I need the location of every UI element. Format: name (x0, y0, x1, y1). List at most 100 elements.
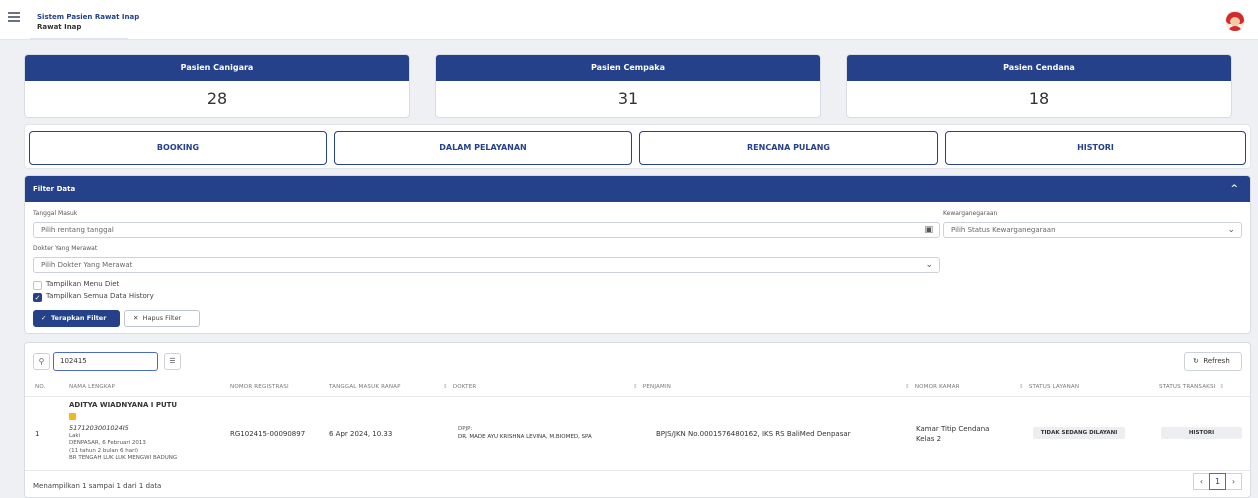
cell-penjamin: BPJS/JKN No.0001576480162, IKS RS BaliMe… (656, 430, 851, 438)
apply-filter-label: Terapkan Filter (50, 314, 107, 322)
column-header-tanggal[interactable]: TANGGAL MASUK RANAP (329, 384, 401, 390)
tab-rencana-pulang[interactable]: RENCANA PULANG (639, 131, 938, 165)
column-header-dokter[interactable]: ⇕ DOKTER (443, 384, 476, 390)
calendar-icon: ▣ (924, 225, 933, 235)
kewarganegaraan-label: Kewarganegaraan (943, 210, 998, 217)
patient-birth: DENPASAR, 6 Februari 2013 (69, 440, 146, 446)
flag-icon (69, 412, 177, 423)
stat-card-label: Pasien Canigara (25, 55, 409, 81)
column-header-kamar-label: NOMOR KAMAR (914, 384, 960, 390)
cell-registrasi: RG102415-00090897 (230, 430, 306, 438)
column-header-status-layanan[interactable]: ⇕ STATUS LAYANAN (1019, 384, 1079, 390)
title-underline (30, 38, 128, 40)
patient-age: (11 tahun 2 bulan 6 hari) (69, 447, 139, 454)
chevron-down-icon: ⌄ (1227, 225, 1235, 235)
tab-histori[interactable]: HISTORI (945, 131, 1246, 165)
close-icon: ✕ (133, 314, 139, 322)
column-header-penjamin[interactable]: ⇕ PENJAMIN (633, 384, 671, 390)
patient-name: ADITYA WIADNYANA I PUTU (69, 401, 178, 409)
tab-bar: BOOKING DALAM PELAYANAN RENCANA PULANG H… (24, 124, 1251, 169)
refresh-button[interactable]: ↻ Refresh (1184, 352, 1242, 371)
stat-card-cempaka: Pasien Cempaka 31 (435, 54, 821, 118)
hamburger-icon[interactable] (8, 12, 20, 22)
kamar-name: Kamar Titip Cendana (916, 425, 990, 433)
cell-nama[interactable]: ADITYA WIADNYANA I PUTU 5171203001024I5 … (69, 401, 178, 463)
menu-diet-checkbox[interactable] (33, 281, 42, 290)
chevron-up-icon[interactable]: ^ (1230, 176, 1238, 202)
kewarganegaraan-placeholder: Pilih Status Kewarganegaraan (951, 226, 1056, 234)
cell-dokter: DPJP: DR. MADE AYU KRISHNA LEVINA, M.BIO… (458, 425, 592, 441)
column-header-status-transaksi[interactable]: STATUS TRANSAKSI ⇕ (1159, 384, 1229, 390)
tanggal-placeholder: Pilih rentang tanggal (41, 226, 114, 234)
cell-no: 1 (35, 430, 40, 438)
patient-nik: 5171203001024I5 (69, 424, 129, 432)
app-title: Sistem Pasien Rawat Inap (37, 13, 140, 21)
sort-icon: ⇕ (905, 384, 910, 390)
stat-card-value: 18 (1028, 89, 1050, 108)
search-icon[interactable]: ⚲ (33, 353, 50, 370)
column-header-no[interactable]: NO. (35, 384, 46, 390)
column-header-kamar[interactable]: ⇕ NOMOR KAMAR (905, 384, 960, 390)
sort-icon: ⇕ (1019, 384, 1024, 390)
sort-icon: ⇕ (633, 384, 638, 390)
cell-kamar: Kamar Titip Cendana Kelas 2 (916, 424, 989, 444)
row-divider (25, 470, 1252, 471)
cell-tanggal: 6 Apr 2024, 10.33 (329, 430, 393, 438)
tab-booking[interactable]: BOOKING (29, 131, 327, 165)
top-bar: Sistem Pasien Rawat Inap Rawat Inap (0, 0, 1258, 40)
pagination-info: Menampilkan 1 sampai 1 dari 1 data (33, 482, 162, 490)
patient-address: BR TENGAH LUK LUK MENGWI BADUNG (69, 455, 178, 461)
kewarganegaraan-select[interactable]: Pilih Status Kewarganegaraan ⌄ (943, 222, 1242, 238)
patient-table-panel: ⚲ 102415 ☰ ↻ Refresh NO. NAMA LENGKAP NO… (24, 342, 1252, 498)
avatar[interactable] (1225, 11, 1245, 31)
clear-filter-button[interactable]: ✕ Hapus Filter (124, 310, 200, 327)
dokter-name: DR. MADE AYU KRISHNA LEVINA, M.BIOMED, S… (458, 434, 592, 440)
search-input[interactable]: 102415 (53, 352, 158, 371)
tanggal-input[interactable]: Pilih rentang tanggal ▣ (33, 222, 940, 238)
sort-icon: ⇕ (443, 384, 448, 390)
stat-card-value: 31 (617, 89, 639, 108)
refresh-label: Refresh (1203, 357, 1230, 365)
filter-title: Filter Data (33, 185, 76, 193)
column-header-dokter-label: DOKTER (452, 384, 477, 390)
status-transaksi-badge[interactable]: HISTORI (1161, 427, 1242, 439)
filter-header[interactable]: Filter Data ^ (25, 176, 1250, 202)
menu-diet-label: Tampilkan Menu Diet (46, 280, 120, 288)
filter-panel: Filter Data ^ Tanggal Masuk Pilih rentan… (24, 175, 1251, 334)
status-layanan-badge: TIDAK SEDANG DILAYANI (1033, 427, 1125, 439)
dpjp-label: DPJP: (458, 426, 473, 432)
dokter-label: Dokter Yang Merawat (33, 245, 98, 252)
page-title: Rawat Inap (37, 23, 82, 31)
tanggal-label: Tanggal Masuk (33, 210, 78, 217)
pagination: ‹ 1 › (1193, 473, 1242, 490)
check-icon: ✓ (41, 314, 47, 322)
tab-dalam-pelayanan[interactable]: DALAM PELAYANAN (334, 131, 632, 165)
stat-card-value: 28 (206, 89, 228, 108)
history-checkbox[interactable]: ✓ (33, 293, 42, 302)
column-header-registrasi[interactable]: NOMOR REGISTRASI (230, 384, 289, 390)
apply-filter-button[interactable]: ✓ Terapkan Filter (33, 310, 120, 327)
avatar-body (1228, 26, 1242, 31)
next-page-button[interactable]: › (1225, 473, 1242, 490)
column-header-penjamin-label: PENJAMIN (642, 384, 672, 390)
column-header-status-transaksi-label: STATUS TRANSAKSI (1159, 384, 1216, 390)
stat-card-label: Pasien Cempaka (436, 55, 820, 81)
check-icon: ✓ (34, 294, 41, 302)
dokter-select[interactable]: Pilih Dokter Yang Merawat ⌄ (33, 257, 940, 273)
avatar-face (1230, 17, 1240, 26)
kamar-kelas: Kelas 2 (916, 435, 942, 443)
stat-card-canigara: Pasien Canigara 28 (24, 54, 410, 118)
stat-card-cendana: Pasien Cendana 18 (846, 54, 1232, 118)
refresh-icon: ↻ (1193, 357, 1199, 365)
history-label: Tampilkan Semua Data History (46, 292, 154, 300)
column-settings-icon[interactable]: ☰ (164, 353, 181, 370)
patient-gender: Laki (69, 432, 81, 439)
page-button-1[interactable]: 1 (1209, 473, 1226, 490)
stat-card-label: Pasien Cendana (847, 55, 1231, 81)
column-header-status-layanan-label: STATUS LAYANAN (1028, 384, 1080, 390)
header-divider (25, 396, 1252, 397)
prev-page-button[interactable]: ‹ (1193, 473, 1210, 490)
column-header-nama[interactable]: NAMA LENGKAP (69, 384, 115, 390)
chevron-down-icon: ⌄ (925, 260, 933, 270)
dokter-placeholder: Pilih Dokter Yang Merawat (41, 261, 133, 269)
